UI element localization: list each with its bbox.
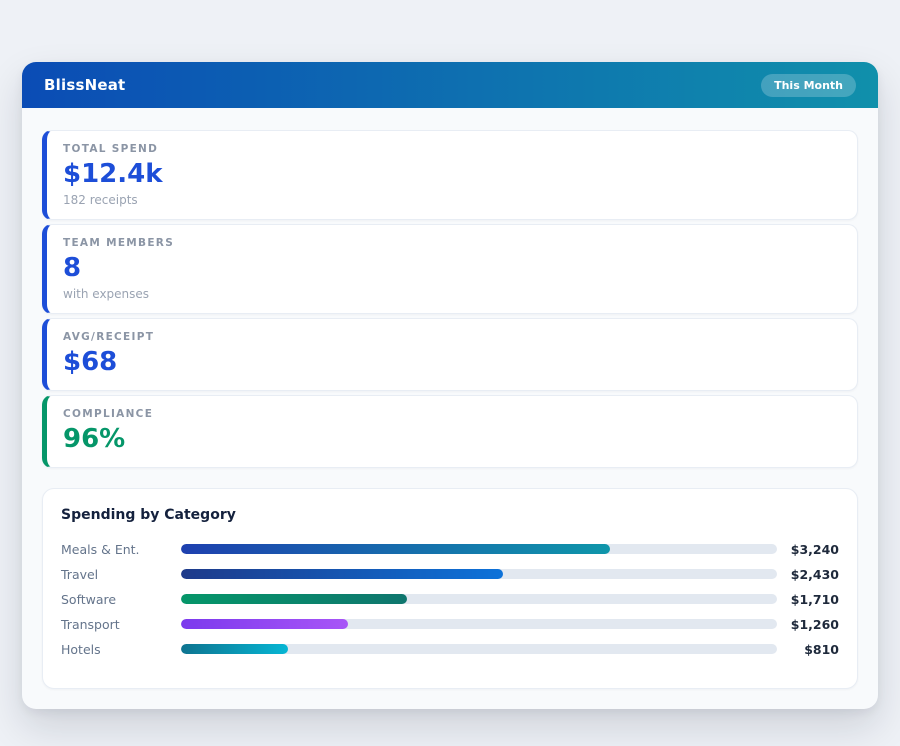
spending-by-category-card: Spending by Category Meals & Ent. $3,240… [42,488,858,689]
category-row-travel: Travel $2,430 [61,562,839,587]
dashboard-card: BlissNeat This Month TOTAL SPEND $12.4k … [22,62,878,709]
stat-sub: 182 receipts [63,193,841,207]
category-row-transport: Transport $1,260 [61,612,839,637]
category-label: Hotels [61,642,181,657]
category-value: $810 [787,642,839,657]
category-value: $1,260 [787,617,839,632]
stat-label: TEAM MEMBERS [63,237,841,249]
stat-value: 8 [63,254,841,284]
stat-label: COMPLIANCE [63,408,841,420]
section-title: Spending by Category [61,507,839,523]
stat-label: AVG/RECEIPT [63,331,841,343]
category-row-hotels: Hotels $810 [61,637,839,662]
app-title: BlissNeat [44,76,125,94]
stat-card-team-members: TEAM MEMBERS 8 with expenses [42,224,858,314]
category-value: $1,710 [787,592,839,607]
bar-track [181,544,777,554]
category-row-meals: Meals & Ent. $3,240 [61,537,839,562]
bar-track [181,569,777,579]
category-label: Travel [61,567,181,582]
bar-fill [181,569,503,579]
bar-track [181,619,777,629]
bar-track [181,644,777,654]
dashboard-content: TOTAL SPEND $12.4k 182 receipts TEAM MEM… [22,108,878,709]
category-label: Software [61,592,181,607]
category-label: Transport [61,617,181,632]
stat-label: TOTAL SPEND [63,143,841,155]
stat-sub: with expenses [63,287,841,301]
period-badge[interactable]: This Month [761,74,856,97]
bar-fill [181,594,407,604]
bar-fill [181,544,610,554]
stat-card-total-spend: TOTAL SPEND $12.4k 182 receipts [42,130,858,220]
category-value: $3,240 [787,542,839,557]
bar-fill [181,619,348,629]
bar-track [181,594,777,604]
category-label: Meals & Ent. [61,542,181,557]
category-value: $2,430 [787,567,839,582]
stat-card-avg-receipt: AVG/RECEIPT $68 [42,318,858,391]
stat-value: 96% [63,425,841,455]
stat-card-compliance: COMPLIANCE 96% [42,395,858,468]
category-row-software: Software $1,710 [61,587,839,612]
bar-fill [181,644,288,654]
app-header: BlissNeat This Month [22,62,878,108]
stat-value: $68 [63,348,841,378]
stat-value: $12.4k [63,160,841,190]
